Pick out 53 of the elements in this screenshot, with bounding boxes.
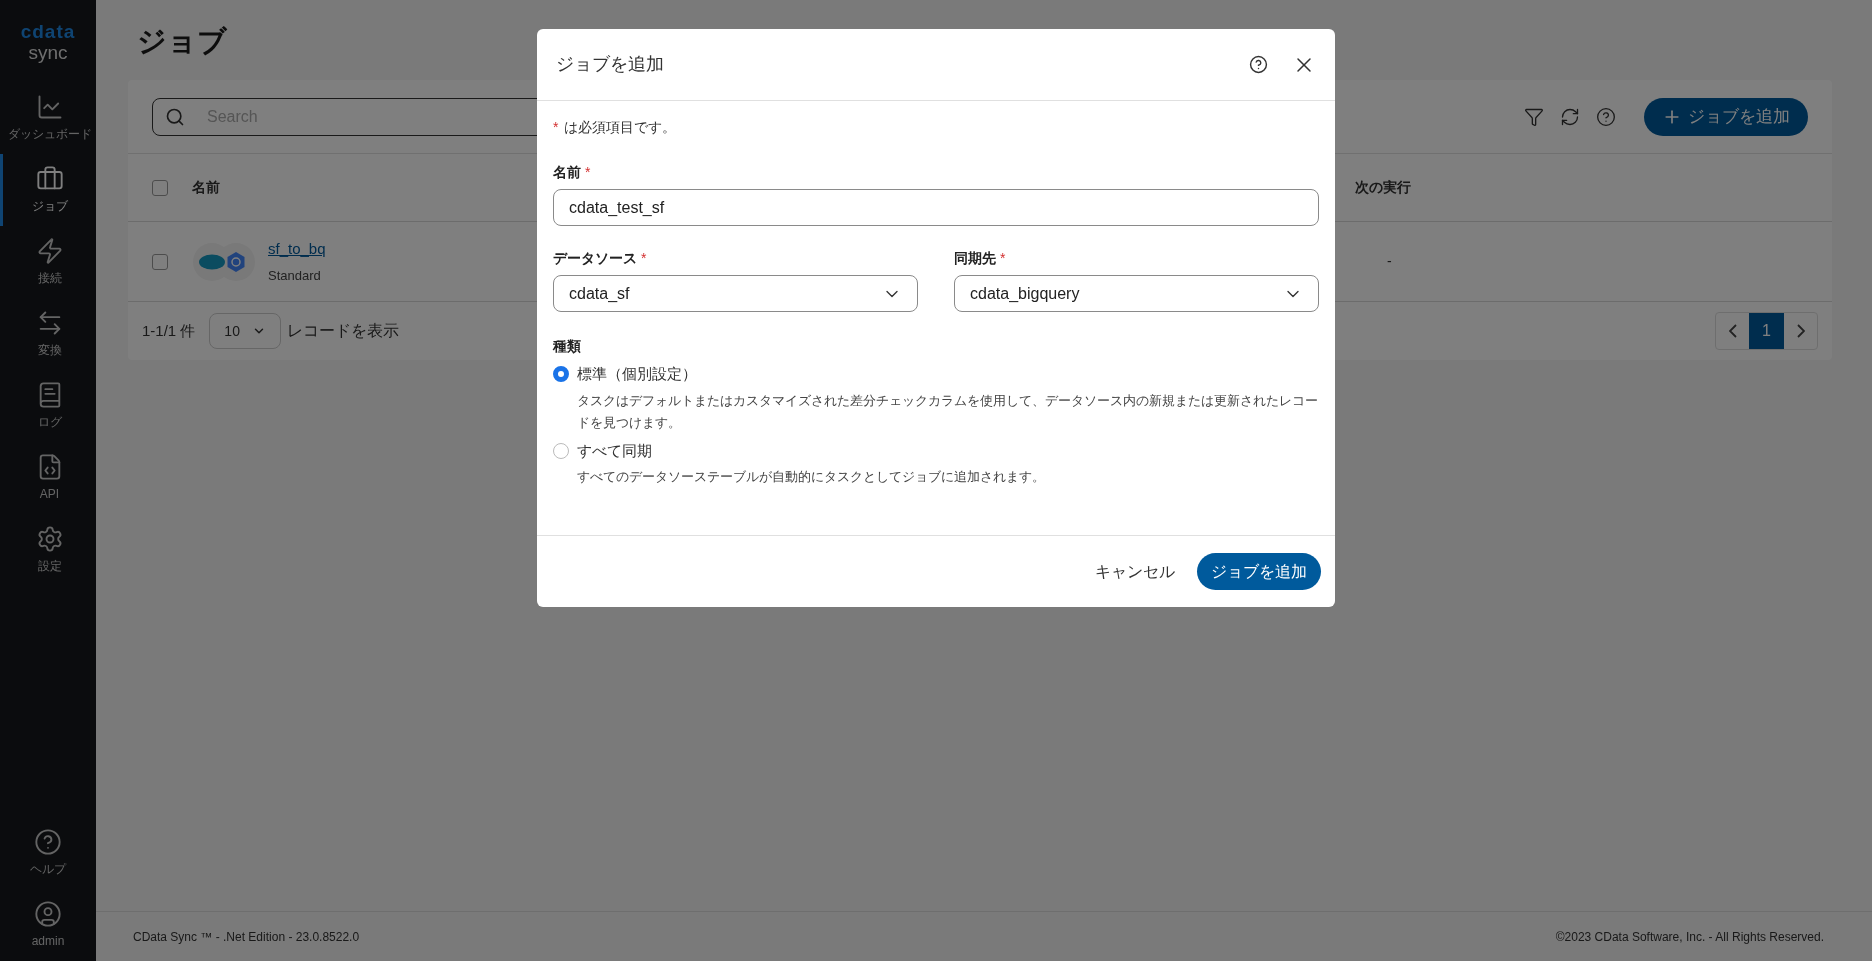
filter-icon[interactable] bbox=[1524, 106, 1544, 127]
page-size-label: レコードを表示 bbox=[287, 321, 400, 341]
sidebar-item[interactable]: ヘルプ bbox=[0, 817, 96, 889]
field-label: データソース bbox=[553, 249, 637, 268]
column-header: 名前 bbox=[192, 178, 221, 197]
copyright-text: ©2023 CData Software, Inc. - All Rights Reserved. bbox=[1555, 928, 1824, 946]
logo: cdata bbox=[20, 22, 76, 41]
sidebar-item[interactable]: 接続 bbox=[0, 226, 96, 298]
column-header: 次の実行 bbox=[1355, 178, 1411, 197]
record-count: 1-1/1 件 bbox=[142, 320, 196, 341]
sidebar-item[interactable]: 設定 bbox=[0, 514, 96, 586]
refresh-icon[interactable] bbox=[1560, 106, 1580, 127]
search-icon bbox=[165, 106, 185, 127]
page-size-select[interactable]: 10 bbox=[209, 313, 282, 349]
user-icon bbox=[34, 900, 62, 928]
option-description: タスクはデフォルトまたはカスタマイズされた差分チェックカラムを使用して、データソース内の新規または更新されたレコードを見つけます。 bbox=[577, 391, 1319, 432]
sidebar-item[interactable]: 変換 bbox=[0, 298, 96, 370]
cancel-button[interactable]: キャンセル bbox=[1093, 553, 1177, 590]
page-title: ジョブ bbox=[137, 24, 227, 59]
help-icon bbox=[34, 828, 62, 856]
checkbox[interactable] bbox=[152, 179, 168, 196]
chevron-left-icon bbox=[1728, 324, 1737, 338]
required-mark: * bbox=[641, 249, 647, 268]
sidebar-item[interactable]: ダッシュボード bbox=[0, 82, 96, 154]
table-cell-text: - bbox=[1387, 252, 1392, 271]
field-label: 同期先 bbox=[954, 249, 996, 268]
required-mark: * bbox=[585, 163, 591, 182]
sidebar-item[interactable]: API bbox=[0, 442, 96, 514]
input-field[interactable]: cdata_test_sf bbox=[553, 189, 1319, 226]
help-icon[interactable] bbox=[1249, 55, 1268, 74]
radio-label[interactable]: すべて同期 bbox=[577, 439, 652, 462]
job-type: Standard bbox=[268, 267, 322, 285]
type-label: 種類 bbox=[553, 337, 582, 356]
required-note: は必須項目です。 bbox=[564, 117, 677, 137]
page-button[interactable]: 1 bbox=[1749, 313, 1784, 349]
chevron-right-icon bbox=[1796, 324, 1805, 338]
version-text: CData Sync ™ - .Net Edition - 23.0.8522.0 bbox=[133, 928, 360, 946]
product-name: sync bbox=[28, 43, 68, 62]
select-field[interactable]: cdata_bigquery bbox=[954, 275, 1319, 312]
required-mark: * bbox=[553, 117, 559, 137]
field-label: 名前 bbox=[553, 163, 581, 182]
sidebar-item[interactable]: admin bbox=[0, 889, 96, 961]
sidebar-item[interactable]: ログ bbox=[0, 370, 96, 442]
select-field[interactable]: cdata_sf bbox=[553, 275, 918, 312]
checkbox[interactable] bbox=[152, 253, 168, 270]
option-description: すべてのデータソーステーブルが自動的にタスクとしてジョブに追加されます。 bbox=[577, 468, 1046, 486]
submit-button[interactable]: ジョブを追加 bbox=[1197, 553, 1321, 590]
required-mark: * bbox=[1000, 249, 1006, 268]
connector-logos-icon bbox=[192, 240, 256, 283]
add-job-button[interactable]: ジョブを追加 bbox=[1644, 97, 1808, 136]
dialog-title: ジョブを追加 bbox=[556, 53, 664, 76]
radio-label[interactable]: 標準（個別設定） bbox=[577, 363, 697, 386]
radio-button[interactable] bbox=[553, 366, 569, 383]
